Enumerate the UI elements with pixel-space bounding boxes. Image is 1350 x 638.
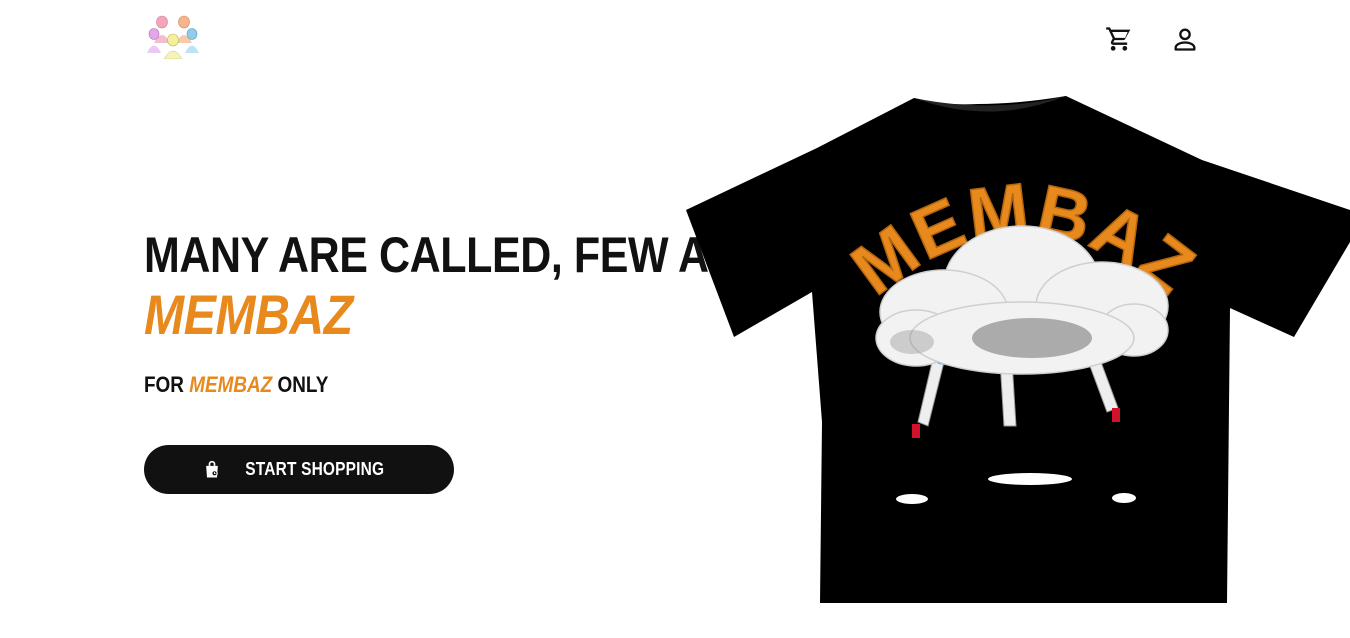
account-button[interactable] xyxy=(1170,24,1200,54)
subtitle-prefix: FOR xyxy=(144,372,184,397)
hero-brand: MEMBAZ xyxy=(144,283,353,346)
hero-headline: MANY ARE CALLED, FEW ARE xyxy=(144,227,768,283)
group-of-people-logo xyxy=(147,15,199,60)
logo[interactable] xyxy=(144,13,202,60)
user-icon xyxy=(1174,28,1196,51)
tshirt-illustration: MEMBAZ xyxy=(686,96,1350,603)
hero-subtitle: FOR MEMBAZ ONLY xyxy=(144,372,626,398)
cart-icon xyxy=(1106,27,1131,51)
header-actions xyxy=(1104,24,1200,54)
subtitle-brand: MEMBAZ xyxy=(189,372,273,397)
start-shopping-label: START SHOPPING xyxy=(245,459,385,479)
cart-button[interactable] xyxy=(1104,24,1134,54)
hero-section: MANY ARE CALLED, FEW ARE MEMBAZ FOR MEMB… xyxy=(144,226,768,398)
subtitle-suffix: ONLY xyxy=(277,372,329,397)
product-image: MEMBAZ xyxy=(682,92,1350,608)
shopping-bag-icon xyxy=(206,460,219,477)
start-shopping-button[interactable]: START SHOPPING xyxy=(144,445,454,494)
